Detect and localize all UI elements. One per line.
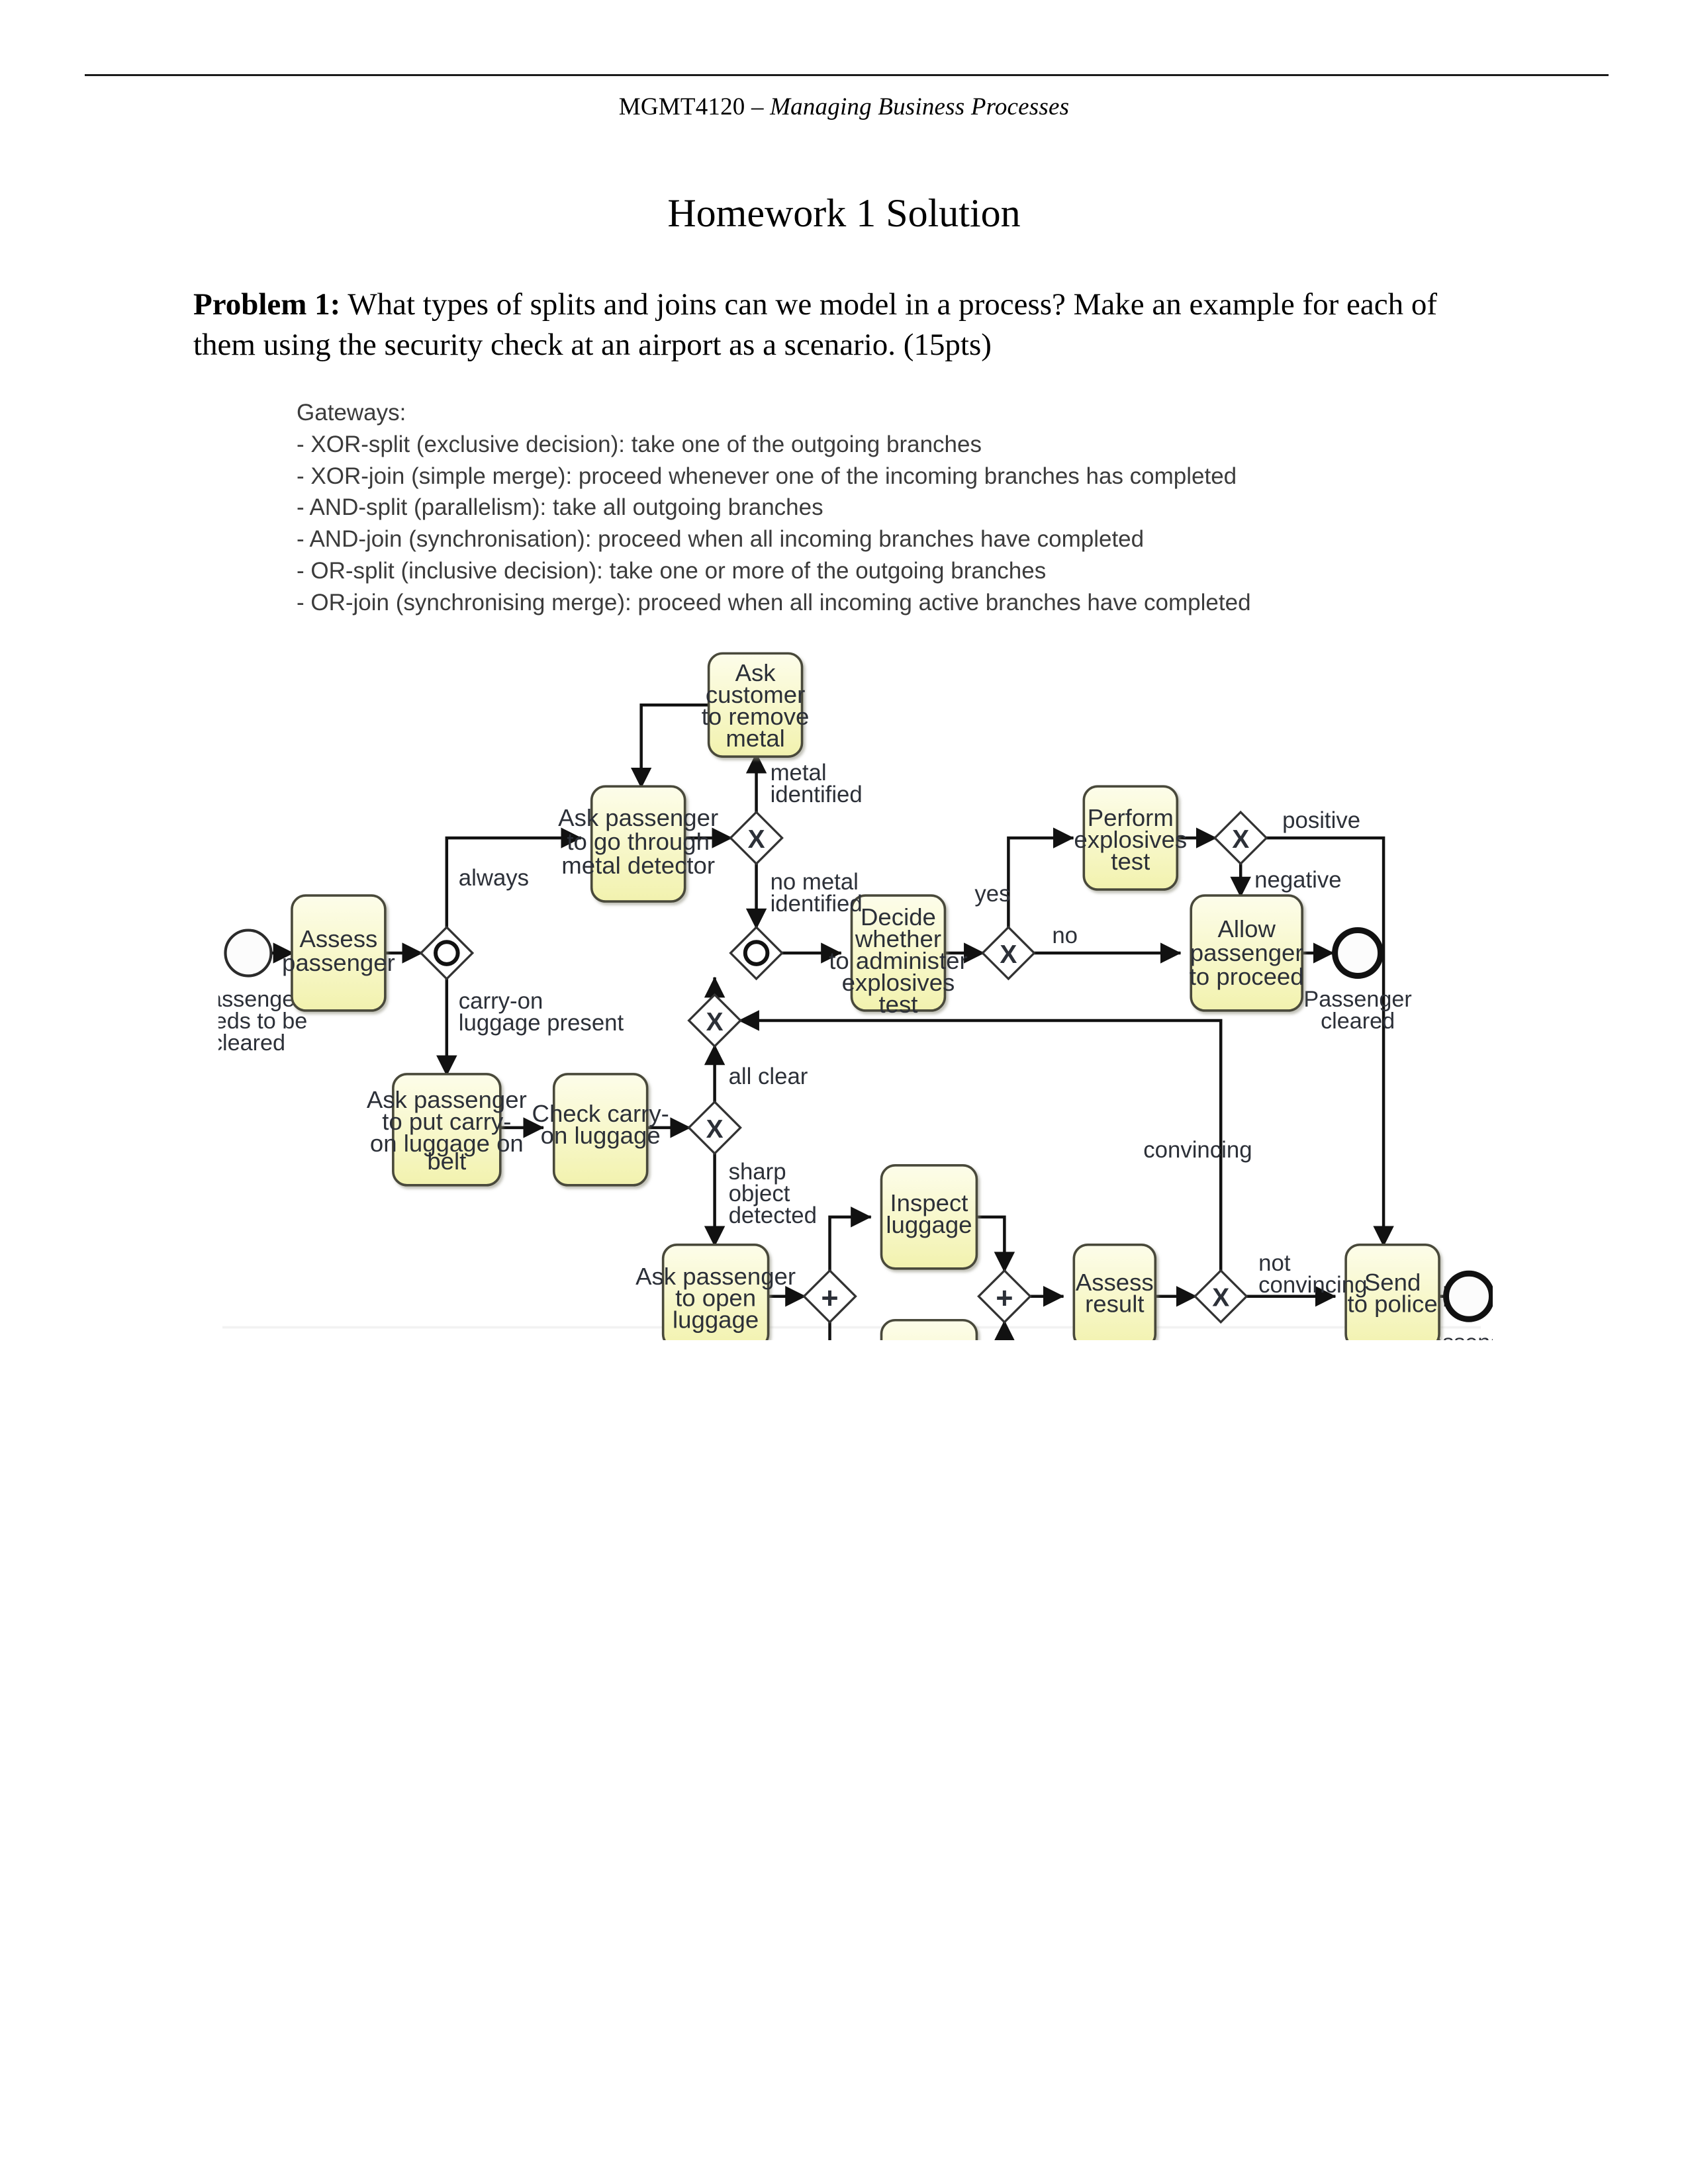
problem-text: What types of splits and joins can we mo… [193, 287, 1438, 363]
edge-label-convincing: convincing [1143, 1138, 1252, 1163]
edge-label-metal-identified-line2: identified [771, 782, 863, 807]
gateway-and-join-mark: + [996, 1281, 1013, 1315]
gateway-item-xor-join: - XOR-join (simple merge): proceed whene… [297, 463, 1237, 489]
header-separator: – [745, 93, 771, 120]
task-ask-customer-remove-metal[interactable]: Ask customer to remove metal [702, 652, 810, 758]
task-inspect-luggage-line2: luggage [886, 1211, 972, 1238]
task-metal-detector-line3: metal detector [561, 852, 715, 879]
problem-label: Problem 1: [193, 287, 341, 322]
task-check-carryon-line2: on luggage [541, 1122, 661, 1149]
task-metal-detector-line1: Ask passenger [558, 804, 718, 831]
gateway-item-or-join: - OR-join (synchronising merge): proceed… [297, 589, 1251, 615]
task-allow-passenger-to-proceed[interactable]: Allow passenger to proceed [1190, 894, 1304, 1012]
task-assess-passenger-line1: Assess [299, 925, 377, 952]
task-allow-proceed-line1: Allow [1217, 915, 1276, 942]
task-assess-passenger[interactable]: Assess passenger [282, 894, 395, 1012]
task-assess-passenger-line2: passenger [282, 949, 395, 976]
task-assess-result-line2: result [1085, 1291, 1144, 1318]
edge-label-always: always [459, 866, 529, 891]
gateways-answer-block: Gateways: - XOR-split (exclusive decisio… [297, 397, 1488, 618]
end-event-cleared-label-line2: cleared [1321, 1009, 1395, 1034]
bpmn-diagram: Passenger needs to be cleared Passenger … [218, 635, 1493, 1340]
edge-label-yes: yes [974, 882, 1010, 907]
edge-label-all-clear: all clear [729, 1064, 808, 1089]
task-perform-explosives-line3: test [1111, 848, 1150, 875]
edge-label-not-convincing-line2: convincing [1258, 1273, 1367, 1298]
gateway-item-and-join: - AND-join (synchronisation): proceed wh… [297, 526, 1145, 553]
gateway-xor-join-mark: X [706, 1008, 724, 1036]
gateway-item-xor-split: - XOR-split (exclusive decision): take o… [297, 431, 982, 457]
edge-label-no: no [1052, 923, 1078, 948]
task-metal-detector-line2: to go through [567, 828, 710, 855]
gateway-and-split-mark: + [821, 1281, 838, 1315]
task-allow-proceed-line2: passenger [1190, 939, 1303, 966]
task-allow-proceed-line3: to proceed [1190, 963, 1304, 990]
document-page: MGMT4120 – Managing Business Processes H… [0, 0, 1688, 2184]
edge-label-sharp-line3: detected [729, 1203, 817, 1228]
edge-label-positive: positive [1282, 808, 1360, 833]
task-open-luggage-line3: luggage [673, 1306, 759, 1334]
running-header: MGMT4120 – Managing Business Processes [0, 93, 1688, 121]
gateway-item-or-split: - OR-split (inclusive decision): take on… [297, 557, 1047, 584]
edge-label-negative: negative [1254, 868, 1341, 893]
task-put-belt-line4: belt [427, 1148, 466, 1175]
start-event-label-line3: cleared [218, 1030, 285, 1056]
task-assess-result[interactable]: Assess result [1072, 1244, 1157, 1340]
edge-label-no-metal-line2: identified [771, 891, 863, 917]
gateways-heading: Gateways: [297, 400, 406, 426]
page-title: Homework 1 Solution [667, 191, 1021, 235]
gateway-xor-mark: X [748, 825, 765, 854]
task-remove-metal-line4: metal [726, 725, 784, 752]
header-divider [85, 74, 1609, 76]
gateway-xor-test-mark: X [1000, 940, 1017, 969]
course-name: Managing Business Processes [770, 93, 1070, 120]
gateway-xor-carryon-mark: X [706, 1115, 724, 1144]
task-decide-line5: test [878, 991, 917, 1018]
gateway-xor-result-mark: X [1232, 825, 1249, 854]
problem-statement: Problem 1: What types of splits and join… [193, 285, 1474, 365]
gateway-xor-convincing-mark: X [1212, 1284, 1229, 1312]
course-code: MGMT4120 [618, 93, 745, 120]
gateway-item-and-split: - AND-split (parallelism): take all outg… [297, 494, 823, 521]
task-inspect-luggage[interactable]: Inspect luggage [880, 1164, 978, 1270]
edge-label-carryon-line2: luggage present [459, 1011, 624, 1036]
task-perform-explosives-test[interactable]: Perform explosives test [1074, 785, 1187, 891]
